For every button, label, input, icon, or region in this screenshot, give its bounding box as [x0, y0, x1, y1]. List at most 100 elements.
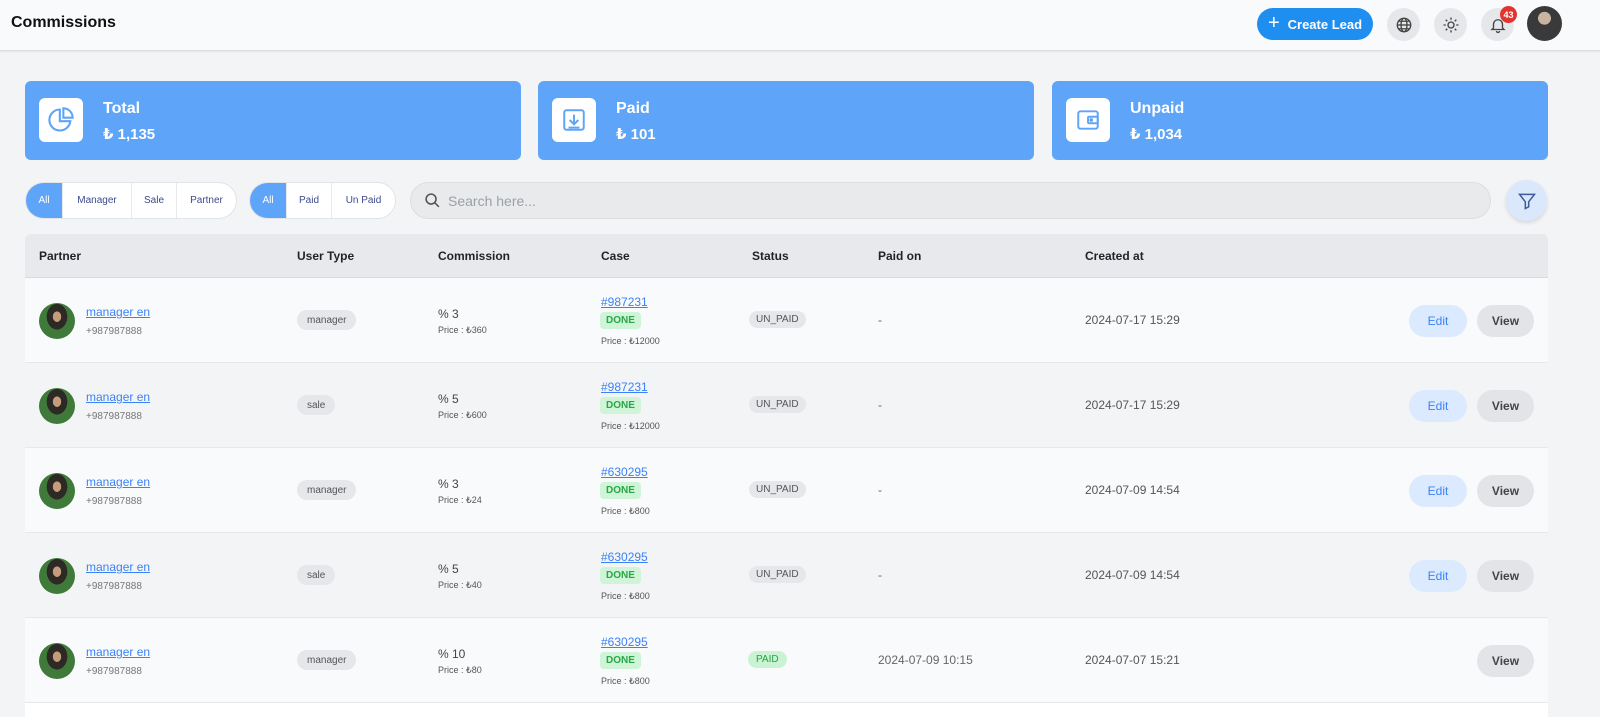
filter-user-partner[interactable]: Partner [177, 183, 236, 218]
commission-percent: % 5 [438, 562, 459, 576]
created-at: 2024-07-07 15:21 [1085, 653, 1180, 667]
col-status: Status [752, 249, 789, 263]
commission-price: Price : ₺40 [438, 580, 482, 590]
stat-card-total: Total ₺ 1,135 [25, 81, 521, 160]
stat-label: Total [103, 100, 141, 117]
commission-percent: % 10 [438, 647, 466, 661]
case-link[interactable]: #987231 [601, 295, 648, 309]
view-button[interactable]: View [1477, 475, 1534, 507]
stat-label: Paid [616, 100, 650, 117]
partner-name-link[interactable]: manager en [86, 645, 150, 659]
partner-name-link[interactable]: manager en [86, 475, 150, 489]
created-at: 2024-07-17 15:29 [1085, 313, 1180, 327]
table-row: manager en +987987888 sale % 5 Price : ₺… [25, 533, 1548, 618]
advanced-filter-button[interactable] [1506, 180, 1547, 221]
partner-name-link[interactable]: manager en [86, 305, 150, 319]
language-button[interactable] [1387, 8, 1420, 41]
sun-icon [1443, 17, 1458, 32]
status-badge: UN_PAID [749, 481, 806, 498]
search-icon [425, 193, 440, 208]
case-link[interactable]: #630295 [601, 635, 648, 649]
partner-phone: +987987888 [86, 666, 142, 677]
notifications-button[interactable]: 43 [1481, 6, 1517, 41]
view-button[interactable]: View [1477, 560, 1534, 592]
commission-price: Price : ₺360 [438, 325, 487, 335]
partner-phone: +987987888 [86, 496, 142, 507]
stat-value: ₺ 1,034 [1130, 126, 1183, 143]
commission-percent: % 3 [438, 307, 459, 321]
create-lead-button[interactable]: + Create Lead [1257, 8, 1373, 40]
col-user-type: User Type [297, 249, 355, 263]
commission-price: Price : ₺24 [438, 495, 482, 505]
stat-card-paid: Paid ₺ 101 [538, 81, 1034, 160]
table-row: manager en +987987888 manager % 10 Price… [25, 618, 1548, 703]
stat-value: ₺ 1,135 [103, 126, 156, 143]
status-badge: UN_PAID [749, 396, 806, 413]
commission-percent: % 3 [438, 477, 459, 491]
paid-on: - [878, 313, 882, 327]
stat-value: ₺ 101 [616, 126, 656, 143]
case-status-badge: DONE [600, 312, 641, 329]
partner-avatar [39, 388, 75, 424]
notification-badge: 43 [1500, 6, 1517, 23]
stat-card-unpaid: Unpaid ₺ 1,034 [1052, 81, 1548, 160]
edit-button[interactable]: Edit [1409, 305, 1467, 337]
col-commission: Commission [438, 249, 511, 263]
created-at: 2024-07-17 15:29 [1085, 398, 1180, 412]
case-status-badge: DONE [600, 482, 641, 499]
user-avatar[interactable] [1527, 6, 1562, 41]
partner-avatar [39, 473, 75, 509]
filter-user-sale[interactable]: Sale [132, 183, 177, 218]
paid-on: - [878, 568, 882, 582]
partner-phone: +987987888 [86, 326, 142, 337]
user-type-badge: manager [297, 480, 357, 500]
table-row: manager en +987987888 sale % 5 Price : ₺… [25, 363, 1548, 448]
filter-pay-paid[interactable]: Paid [287, 183, 332, 218]
pie-chart-icon [48, 107, 74, 132]
download-icon [563, 109, 585, 131]
view-button[interactable]: View [1477, 390, 1534, 422]
view-button[interactable]: View [1477, 305, 1534, 337]
partner-avatar [39, 303, 75, 339]
commission-price: Price : ₺80 [438, 665, 482, 675]
status-badge: UN_PAID [749, 566, 806, 583]
partner-name-link[interactable]: manager en [86, 560, 150, 574]
user-type-filter: All Manager Sale Partner [25, 182, 237, 219]
edit-button[interactable]: Edit [1409, 390, 1467, 422]
col-paid-on: Paid on [878, 249, 922, 263]
user-type-badge: manager [297, 310, 357, 330]
partner-name-link[interactable]: manager en [86, 390, 150, 404]
search-input[interactable] [448, 192, 1348, 209]
edit-button[interactable]: Edit [1409, 560, 1467, 592]
case-price: Price : ₺12000 [601, 336, 660, 346]
page-title: Commissions [11, 14, 116, 31]
created-at: 2024-07-09 14:54 [1085, 568, 1180, 582]
case-status-badge: DONE [600, 397, 641, 414]
filter-user-all[interactable]: All [26, 183, 63, 218]
filter-pay-unpaid[interactable]: Un Paid [332, 183, 395, 218]
view-button[interactable]: View [1477, 645, 1534, 677]
user-type-badge: sale [297, 565, 336, 585]
plus-icon: + [1267, 12, 1280, 34]
filter-icon [1517, 193, 1536, 210]
case-status-badge: DONE [600, 652, 641, 669]
stat-label: Unpaid [1130, 100, 1185, 117]
partner-avatar [39, 558, 75, 594]
filter-user-manager[interactable]: Manager [63, 183, 132, 218]
paid-on: - [878, 398, 882, 412]
created-at: 2024-07-09 14:54 [1085, 483, 1180, 497]
col-case: Case [601, 249, 630, 263]
case-price: Price : ₺800 [601, 591, 650, 601]
table-row: manager en +987987888 manager % 3 Price … [25, 448, 1548, 533]
case-link[interactable]: #630295 [601, 465, 648, 479]
partner-phone: +987987888 [86, 411, 142, 422]
case-price: Price : ₺12000 [601, 421, 660, 431]
theme-toggle-button[interactable] [1434, 8, 1467, 41]
case-link[interactable]: #630295 [601, 550, 648, 564]
col-created-at: Created at [1085, 249, 1144, 263]
filter-pay-all[interactable]: All [250, 183, 287, 218]
case-link[interactable]: #987231 [601, 380, 648, 394]
commissions-table: Partner User Type Commission Case Status… [25, 234, 1548, 717]
commission-price: Price : ₺600 [438, 410, 487, 420]
edit-button[interactable]: Edit [1409, 475, 1467, 507]
